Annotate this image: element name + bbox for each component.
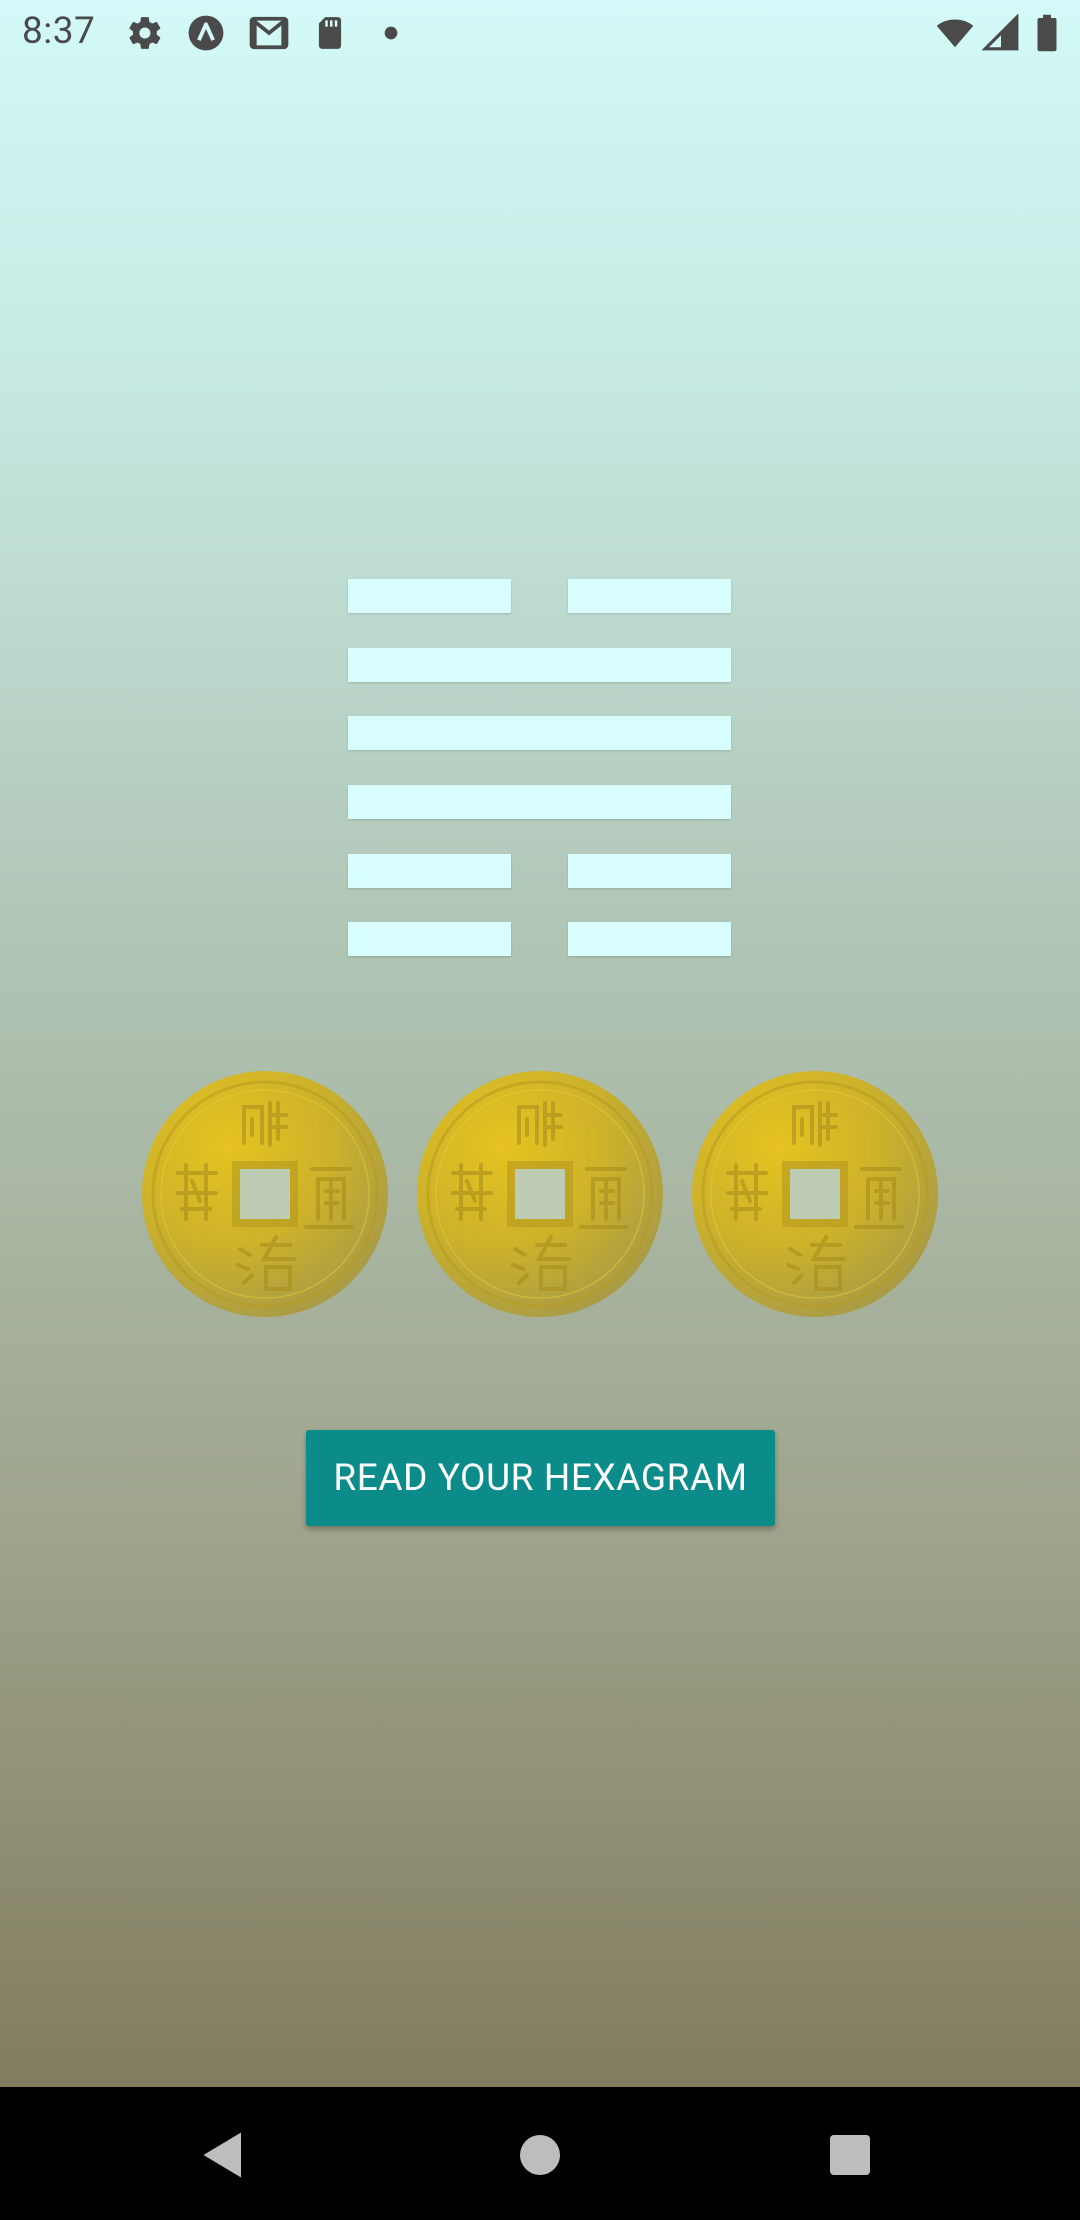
chinese-coin-icon[interactable] [140, 1069, 390, 1319]
line-segment [348, 579, 511, 613]
line-segment [568, 579, 731, 613]
home-icon[interactable] [510, 2125, 570, 2185]
status-time: 8:37 [22, 10, 96, 53]
chinese-coin-icon[interactable] [415, 1069, 665, 1319]
app-screen: 8:37 READ YOUR HEXAGRAM [0, 0, 1080, 2220]
status-bar: 8:37 [0, 0, 1080, 66]
settings-icon [129, 17, 161, 49]
hexagram-line-solid [348, 716, 731, 750]
a-circle-icon [188, 15, 224, 51]
line-segment [568, 854, 731, 888]
hexagram-line-broken [348, 579, 731, 613]
gmail-icon [249, 16, 289, 50]
wifi-icon [936, 19, 974, 48]
notification-dot-icon [384, 26, 398, 40]
battery-icon [1037, 14, 1057, 52]
line-segment [348, 648, 731, 682]
hexagram-line-broken [348, 854, 731, 888]
back-icon[interactable] [196, 2125, 256, 2185]
line-segment [348, 716, 731, 750]
navigation-bar [0, 2087, 1080, 2220]
hexagram-line-solid [348, 648, 731, 682]
line-segment [568, 922, 731, 956]
line-segment [348, 785, 731, 819]
signal-icon [982, 14, 1019, 51]
line-segment [348, 854, 511, 888]
hexagram-line-solid [348, 785, 731, 819]
sd-card-icon [318, 17, 342, 49]
hexagram-line-broken [348, 922, 731, 956]
chinese-coin-icon[interactable] [690, 1069, 940, 1319]
line-segment [348, 922, 511, 956]
recents-icon[interactable] [820, 2125, 880, 2185]
read-hexagram-button[interactable]: READ YOUR HEXAGRAM [306, 1430, 775, 1526]
